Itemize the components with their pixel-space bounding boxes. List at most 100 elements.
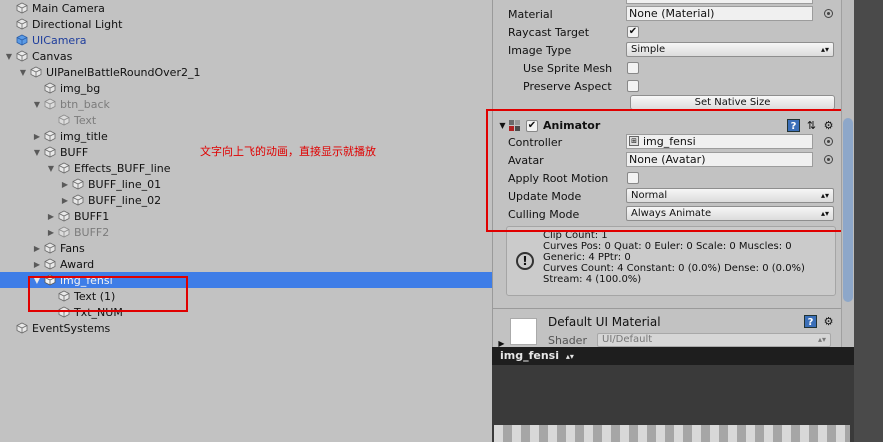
fold-closed-icon[interactable]: ▶ bbox=[60, 192, 70, 208]
hierarchy-item-label: UIPanelBattleRoundOver2_1 bbox=[46, 65, 201, 79]
hierarchy-item-label: BUFF1 bbox=[74, 209, 110, 223]
material-thumbnail[interactable] bbox=[510, 318, 537, 345]
clipped-field[interactable] bbox=[626, 0, 813, 4]
preview-panel: img_fensi ▴▾ bbox=[492, 347, 854, 442]
hierarchy-item-label: BUFF bbox=[60, 145, 89, 159]
hierarchy-item-img-title[interactable]: ▶ img_title bbox=[0, 128, 492, 144]
info-line: Generic: 4 PPtr: 0 bbox=[543, 252, 631, 263]
info-icon: ! bbox=[516, 252, 534, 270]
hierarchy-item-text[interactable]: Text bbox=[0, 112, 492, 128]
hierarchy-item-uipanel[interactable]: ▼ UIPanelBattleRoundOver2_1 bbox=[0, 64, 492, 80]
gear-icon[interactable]: ⚙ bbox=[822, 315, 835, 328]
hierarchy-item-btn-back[interactable]: ▼ btn_back bbox=[0, 96, 492, 112]
gameobject-cube-icon bbox=[58, 114, 70, 126]
raycast-target-checkbox[interactable]: ✔ bbox=[627, 26, 639, 38]
gameobject-cube-icon bbox=[16, 2, 28, 14]
hierarchy-item-label: BUFF_line_01 bbox=[88, 177, 162, 191]
gameobject-cube-icon bbox=[58, 162, 70, 174]
shader-label: Shader bbox=[548, 334, 587, 347]
gameobject-cube-icon bbox=[44, 98, 56, 110]
hierarchy-item-buff2[interactable]: ▶ BUFF2 bbox=[0, 224, 492, 240]
gameobject-cube-icon bbox=[44, 82, 56, 94]
dropdown-arrow-icon: ▴▾ bbox=[817, 335, 826, 344]
gameobject-cube-icon bbox=[44, 242, 56, 254]
material-field[interactable]: None (Material) bbox=[626, 6, 813, 21]
material-row: Material None (Material) bbox=[493, 5, 842, 23]
preview-header[interactable]: img_fensi ▴▾ bbox=[492, 347, 854, 365]
hierarchy-item-label: EventSystems bbox=[32, 321, 111, 335]
fold-open-icon[interactable]: ▼ bbox=[32, 96, 42, 112]
hierarchy-item-label: img_bg bbox=[60, 81, 101, 95]
hierarchy-item-eventsystems[interactable]: EventSystems bbox=[0, 320, 492, 336]
hierarchy-item-label: Text bbox=[74, 113, 97, 127]
fold-closed-icon[interactable]: ▶ bbox=[32, 240, 42, 256]
annotation-highlight-box bbox=[486, 109, 852, 232]
gameobject-cube-icon bbox=[72, 194, 84, 206]
material-name: Default UI Material bbox=[548, 315, 661, 329]
use-sprite-mesh-label: Use Sprite Mesh bbox=[523, 61, 613, 75]
fold-closed-icon[interactable]: ▶ bbox=[32, 256, 42, 272]
image-type-dropdown[interactable]: Simple ▴▾ bbox=[626, 42, 834, 57]
hierarchy-item-img-bg[interactable]: img_bg bbox=[0, 80, 492, 96]
hierarchy-item-label: BUFF2 bbox=[74, 225, 110, 239]
prefab-cube-icon bbox=[16, 34, 28, 46]
raycast-target-label: Raycast Target bbox=[508, 25, 590, 39]
use-sprite-mesh-checkbox[interactable] bbox=[627, 62, 639, 74]
gameobject-cube-icon bbox=[58, 226, 70, 238]
hierarchy-item-label: Main Camera bbox=[32, 1, 105, 15]
gameobject-cube-icon bbox=[16, 18, 28, 30]
info-line: Curves Pos: 0 Quat: 0 Euler: 0 Scale: 0 … bbox=[543, 241, 792, 252]
hierarchy-item-uicamera[interactable]: UICamera bbox=[0, 32, 492, 48]
fold-closed-icon[interactable]: ▶ bbox=[32, 128, 42, 144]
hierarchy-item-buff1[interactable]: ▶ BUFF1 bbox=[0, 208, 492, 224]
info-line: Stream: 4 (100.0%) bbox=[543, 274, 642, 285]
gameobject-cube-icon bbox=[16, 50, 28, 62]
hierarchy-item-label: UICamera bbox=[32, 33, 87, 47]
hierarchy-item-effects-buff-line[interactable]: ▼ Effects_BUFF_line bbox=[0, 160, 492, 176]
preview-title: img_fensi bbox=[500, 349, 560, 362]
info-line: Curves Count: 4 Constant: 0 (0.0%) Dense… bbox=[543, 263, 805, 274]
hierarchy-item-label: Fans bbox=[60, 241, 85, 255]
hierarchy-item-buff-line-02[interactable]: ▶ BUFF_line_02 bbox=[0, 192, 492, 208]
hierarchy-item-main-camera[interactable]: Main Camera bbox=[0, 0, 492, 16]
gameobject-cube-icon bbox=[30, 66, 42, 78]
object-picker-icon[interactable] bbox=[824, 9, 833, 18]
dropdown-arrow-icon: ▴▾ bbox=[820, 45, 829, 54]
fold-closed-icon[interactable]: ▶ bbox=[46, 224, 56, 240]
hierarchy-item-label: Award bbox=[60, 257, 95, 271]
inspector-scrollbar[interactable] bbox=[841, 0, 854, 347]
hierarchy-item-directional-light[interactable]: Directional Light bbox=[0, 16, 492, 32]
hierarchy-item-fans[interactable]: ▶ Fans bbox=[0, 240, 492, 256]
preserve-aspect-row: Preserve Aspect bbox=[493, 77, 842, 95]
hierarchy-item-canvas[interactable]: ▼ Canvas bbox=[0, 48, 492, 64]
shader-value: UI/Default bbox=[602, 334, 653, 345]
preserve-aspect-checkbox[interactable] bbox=[627, 80, 639, 92]
gameobject-cube-icon bbox=[58, 210, 70, 222]
dropdown-arrow-icon: ▴▾ bbox=[565, 352, 574, 361]
fold-closed-icon[interactable]: ▶ bbox=[46, 208, 56, 224]
fold-closed-icon[interactable]: ▶ bbox=[60, 176, 70, 192]
fold-open-icon[interactable]: ▼ bbox=[32, 144, 42, 160]
gameobject-cube-icon bbox=[44, 258, 56, 270]
fold-open-icon[interactable]: ▼ bbox=[46, 160, 56, 176]
material-label: Material bbox=[508, 7, 553, 21]
annotation-highlight-box bbox=[28, 276, 188, 312]
use-sprite-mesh-row: Use Sprite Mesh bbox=[493, 59, 842, 77]
gameobject-cube-icon bbox=[16, 322, 28, 334]
image-type-row: Image Type Simple ▴▾ bbox=[493, 41, 842, 59]
shader-dropdown[interactable]: UI/Default ▴▾ bbox=[597, 333, 831, 347]
help-book-icon[interactable]: ? bbox=[804, 315, 817, 328]
scene-view-edge bbox=[854, 0, 883, 442]
preview-checker-background bbox=[494, 425, 850, 442]
hierarchy-item-label: Canvas bbox=[32, 49, 73, 63]
hierarchy-item-buff-line-01[interactable]: ▶ BUFF_line_01 bbox=[0, 176, 492, 192]
scrollbar-thumb[interactable] bbox=[843, 118, 853, 302]
hierarchy-item-label: Directional Light bbox=[32, 17, 123, 31]
gameobject-cube-icon bbox=[44, 130, 56, 142]
hierarchy-item-award[interactable]: ▶ Award bbox=[0, 256, 492, 272]
set-native-size-button[interactable]: Set Native Size bbox=[630, 95, 835, 110]
animator-info-box: ! Clip Count: 1 Curves Pos: 0 Quat: 0 Eu… bbox=[506, 226, 836, 296]
fold-open-icon[interactable]: ▼ bbox=[18, 64, 28, 80]
hierarchy-panel: Main Camera Directional Light UICamera ▼… bbox=[0, 0, 492, 442]
fold-open-icon[interactable]: ▼ bbox=[4, 48, 14, 64]
